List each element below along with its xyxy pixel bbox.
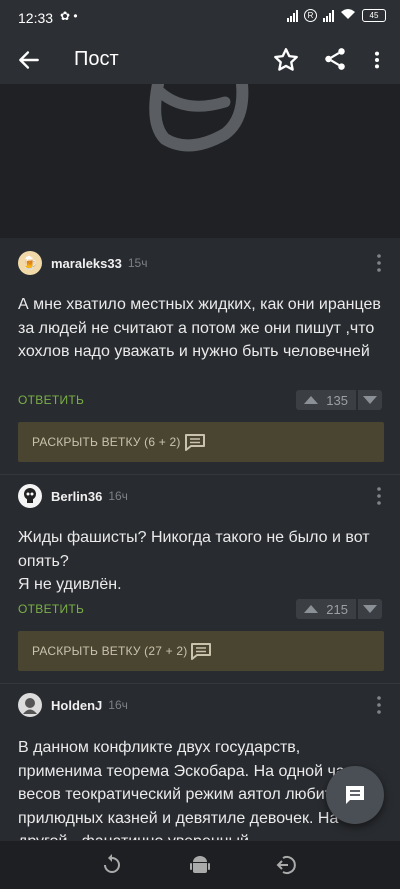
comment-header: Berlin36 16ч	[18, 483, 128, 509]
avatar[interactable]: 🍺	[18, 251, 42, 275]
notification-icons: ✿ •	[60, 9, 78, 23]
share-icon[interactable]	[322, 46, 348, 72]
reply-button[interactable]: ОТВЕТИТЬ	[18, 393, 84, 407]
expand-thread-button[interactable]: РАСКРЫТЬ ВЕТКУ (6 + 2)	[18, 422, 384, 462]
comment-time: 15ч	[127, 256, 148, 270]
comment-time: 16ч	[108, 489, 128, 503]
star-icon[interactable]	[272, 46, 300, 74]
arrow-down-icon	[363, 396, 377, 404]
signal-icon	[287, 9, 298, 22]
comment-icon	[185, 434, 205, 451]
back-nav-icon[interactable]	[274, 853, 298, 877]
comment-icon	[191, 643, 211, 660]
divider	[0, 683, 400, 684]
comment-text: А мне хватило местных жидких, как они ир…	[18, 296, 381, 360]
avatar[interactable]	[18, 484, 42, 508]
more-vert-icon[interactable]	[366, 48, 388, 72]
portrait-icon	[23, 698, 37, 714]
comment-username[interactable]: maraleks33	[51, 256, 122, 271]
comment-username[interactable]: HoldenJ	[51, 698, 102, 713]
downvote-button[interactable]	[358, 390, 382, 410]
upvote-button[interactable]: 215	[296, 599, 356, 619]
rotate-icon[interactable]	[100, 853, 124, 877]
status-icons: R 45	[287, 8, 386, 23]
android-icon[interactable]	[187, 853, 213, 877]
comment-time: 16ч	[108, 698, 128, 712]
comment-header: 🍺 maraleks33 15ч	[18, 250, 147, 276]
expand-thread-label: РАСКРЫТЬ ВЕТКУ (6 + 2)	[32, 435, 181, 449]
status-bar: 12:33 ✿ • R 45	[0, 0, 400, 36]
comment-username[interactable]: Berlin36	[51, 489, 102, 504]
app-bar: Пост	[0, 36, 400, 84]
divider	[0, 474, 400, 475]
vote-controls: 215	[296, 599, 382, 619]
rating-value: 135	[326, 392, 348, 408]
skull-icon	[24, 488, 36, 503]
expand-thread-button[interactable]: РАСКРЫТЬ ВЕТКУ (27 + 2)	[18, 631, 384, 671]
message-icon	[346, 786, 364, 804]
post-media[interactable]	[0, 84, 400, 238]
comment-text-line: Я не удивлён.	[18, 576, 122, 593]
avatar[interactable]	[18, 693, 42, 717]
arrow-down-icon	[363, 605, 377, 613]
more-vert-icon[interactable]	[376, 486, 382, 506]
downvote-button[interactable]	[358, 599, 382, 619]
comment-header: HoldenJ 16ч	[18, 692, 128, 718]
vote-controls: 135	[296, 390, 382, 410]
status-time: 12:33	[18, 10, 54, 26]
expand-thread-label: РАСКРЫТЬ ВЕТКУ (27 + 2)	[32, 644, 188, 658]
page-title: Пост	[74, 48, 119, 70]
more-vert-icon[interactable]	[376, 253, 382, 273]
wifi-icon	[340, 8, 356, 23]
arrow-up-icon	[304, 605, 318, 613]
battery-icon: 45	[362, 9, 386, 22]
more-vert-icon[interactable]	[376, 695, 382, 715]
upvote-button[interactable]: 135	[296, 390, 356, 410]
comment-text: Жиды фашисты? Никогда такого не было и в…	[18, 526, 388, 597]
new-comment-fab[interactable]	[326, 766, 384, 824]
comment-text-line: Жиды фашисты? Никогда такого не было и в…	[18, 529, 370, 570]
system-nav-bar	[0, 841, 400, 889]
media-graphic	[149, 84, 249, 152]
arrow-left-icon[interactable]	[16, 47, 42, 73]
signal-2-icon	[323, 9, 334, 22]
reply-button[interactable]: ОТВЕТИТЬ	[18, 602, 84, 616]
registered-icon: R	[304, 9, 317, 22]
rating-value: 215	[326, 601, 348, 617]
arrow-up-icon	[304, 396, 318, 404]
